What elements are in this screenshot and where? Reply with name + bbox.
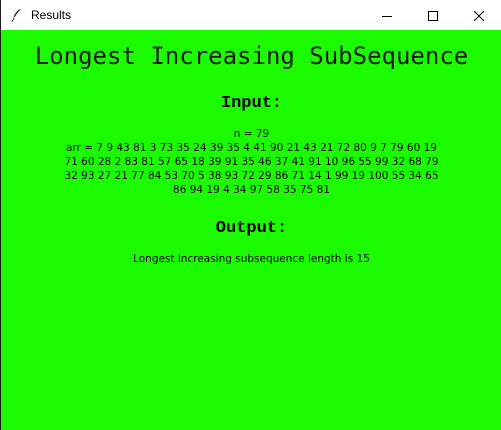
window-title: Results bbox=[31, 8, 72, 22]
maximize-icon bbox=[428, 6, 438, 25]
results-content: Longest Increasing SubSequence Input: n … bbox=[1, 30, 501, 430]
window-controls bbox=[364, 0, 501, 30]
array-line: 86 94 19 4 34 97 58 35 75 81 bbox=[173, 184, 330, 196]
close-icon bbox=[473, 6, 485, 25]
close-button[interactable] bbox=[456, 0, 501, 30]
n-value: n = 79 bbox=[233, 128, 270, 140]
maximize-button[interactable] bbox=[410, 0, 456, 30]
array-line: arr = 7 9 43 81 3 73 35 24 39 35 4 41 90… bbox=[65, 142, 437, 154]
result-text: Longest increasing subsequence length is… bbox=[133, 253, 370, 265]
minimize-icon bbox=[382, 6, 392, 25]
feather-icon bbox=[9, 7, 25, 23]
page-title: Longest Increasing SubSequence bbox=[34, 42, 469, 70]
minimize-button[interactable] bbox=[364, 0, 410, 30]
results-window: Results Longest Increasing SubSequence I… bbox=[0, 0, 501, 430]
array-line: 71 60 28 2 83 81 57 65 18 39 91 35 46 37… bbox=[64, 156, 439, 168]
array-line: 32 93 27 21 77 84 53 70 5 38 93 72 29 86… bbox=[64, 170, 439, 182]
output-heading: Output: bbox=[215, 219, 288, 238]
input-heading: Input: bbox=[220, 94, 283, 113]
title-bar[interactable]: Results bbox=[1, 0, 501, 30]
input-values: n = 79 arr = 7 9 43 81 3 73 35 24 39 35 … bbox=[61, 127, 442, 197]
